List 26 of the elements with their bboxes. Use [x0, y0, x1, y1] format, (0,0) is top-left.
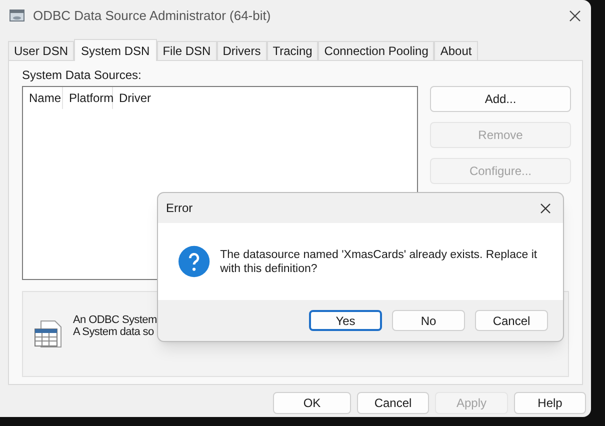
window-title: ODBC Data Source Administrator (64-bit) — [33, 7, 271, 26]
tab[interactable]: Connection Pooling — [318, 41, 434, 60]
description-text: An ODBC System — [73, 314, 157, 326]
dialog-title: Error — [166, 200, 193, 217]
button[interactable]: Cancel — [357, 392, 429, 414]
tab[interactable]: Drivers — [216, 41, 267, 60]
button[interactable]: Yes — [309, 310, 382, 331]
tab[interactable]: About — [434, 41, 478, 60]
column-header[interactable]: Driver — [113, 87, 193, 109]
button[interactable]: Add... — [430, 86, 571, 112]
description-text: A System data so — [73, 326, 155, 338]
close-icon[interactable] — [540, 202, 551, 214]
question-icon — [178, 245, 210, 278]
button[interactable]: Cancel — [475, 310, 548, 331]
database-window-icon — [9, 8, 25, 24]
tab[interactable]: File DSN — [156, 41, 217, 60]
button[interactable]: Help — [514, 392, 586, 414]
column-header[interactable]: Platform — [63, 87, 113, 109]
tab[interactable]: User DSN — [8, 41, 74, 60]
list-label: System Data Sources: — [22, 67, 142, 84]
button[interactable]: No — [392, 310, 465, 331]
tab[interactable]: Tracing — [266, 41, 318, 60]
close-icon[interactable] — [569, 10, 581, 22]
button[interactable]: OK — [273, 392, 351, 414]
tab[interactable]: System DSN — [74, 39, 157, 61]
column-header[interactable]: Name — [23, 87, 63, 109]
